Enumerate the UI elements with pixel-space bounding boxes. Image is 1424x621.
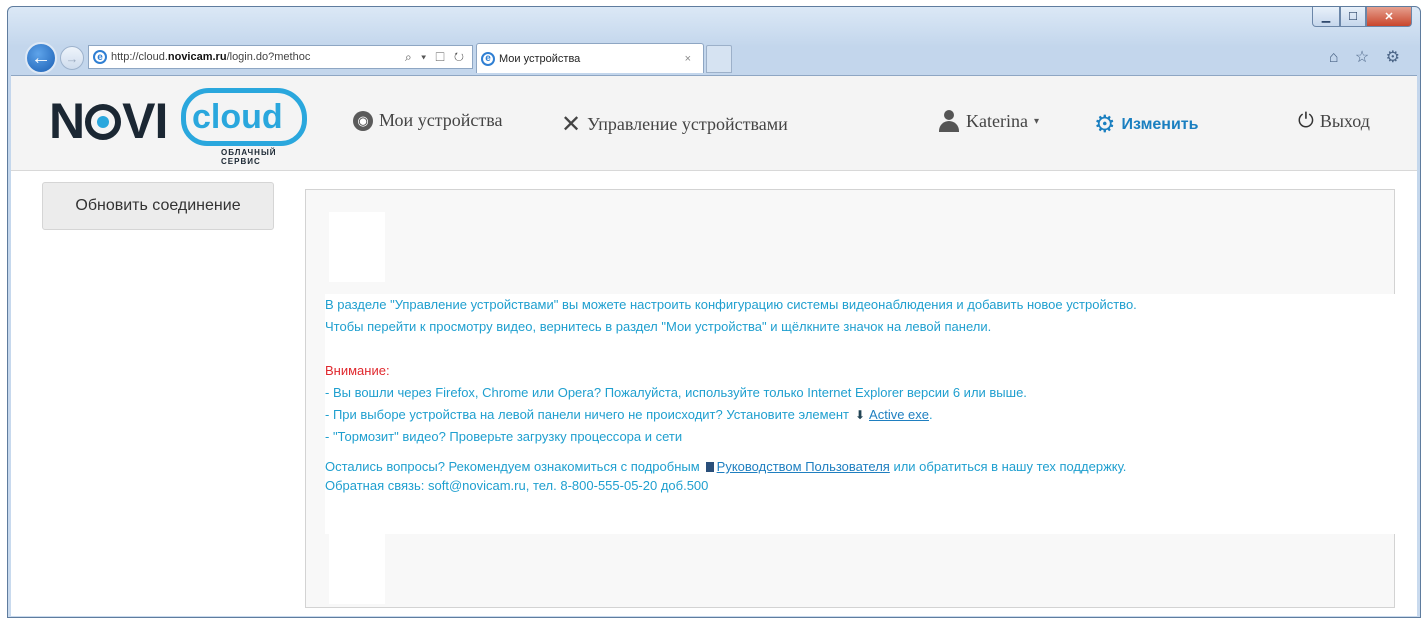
questions-line: Остались вопросы? Рекомендуем ознакомить… (325, 456, 1395, 478)
url-text[interactable]: http://cloud.novicam.ru/login.do?methoc (111, 51, 405, 63)
address-tools[interactable]: ⌕ ▾ ☐ ↻ (405, 50, 472, 65)
questions-suffix: или обратиться в нашу тех поддержку. (893, 459, 1127, 474)
user-icon (938, 110, 960, 132)
questions-text: Остались вопросы? Рекомендуем ознакомить… (325, 459, 700, 474)
logo-subtitle: ОБЛАЧНЫЙ СЕРВИС (221, 148, 277, 166)
ie-toolbar-icons[interactable]: ⌂ ☆ ⚙ (1329, 47, 1406, 67)
url-domain: novicam.ru (167, 51, 227, 63)
user-guide-link[interactable]: Руководством Пользователя (717, 459, 890, 474)
info-line-1: В разделе "Управление устройствами" вы м… (325, 297, 1137, 312)
maximize-button[interactable]: ☐ (1340, 7, 1366, 27)
power-icon: ⏻ (1298, 110, 1314, 132)
tip-2-text: - При выборе устройства на левой панели … (325, 407, 849, 422)
app-header: N VI cloud ОБЛАЧНЫЙ СЕРВИС ◉ Мои устройст… (11, 76, 1417, 171)
back-button[interactable]: ← (25, 42, 57, 74)
contact-line: Обратная связь: soft@novicam.ru, тел. 8-… (325, 478, 709, 493)
logo-ring-icon (85, 104, 122, 140)
warning-title: Внимание: (325, 363, 390, 378)
document-icon (705, 462, 714, 472)
url-prefix: http://cloud. (111, 51, 168, 63)
info-message: В разделе "Управление устройствами" вы м… (325, 294, 1395, 534)
caret-down-icon: ▾ (1033, 115, 1039, 127)
logout-link[interactable]: ⏻ Выход (1298, 110, 1370, 133)
gear-icon: ⚙ (1094, 112, 1116, 138)
window-controls: ▁ ☐ ✕ (1312, 7, 1412, 27)
page-content: N VI cloud ОБЛАЧНЫЙ СЕРВИС ◉ Мои устройст… (11, 75, 1417, 616)
novicloud-logo[interactable]: N VI cloud ОБЛАЧНЫЙ СЕРВИС (49, 88, 307, 166)
tools-icon: ✕ (561, 112, 582, 138)
url-path: /login.do?methoc (226, 51, 311, 63)
new-tab-button[interactable] (706, 45, 732, 73)
edit-label: Изменить (1121, 115, 1199, 133)
main-panel: В разделе "Управление устройствами" вы м… (305, 189, 1395, 608)
nav-manage-devices[interactable]: ✕ Управление устройствами (561, 110, 788, 139)
placeholder-block-bottom (329, 534, 385, 604)
tab-my-devices[interactable]: e Мои устройства × (476, 43, 704, 73)
browser-window: ▁ ☐ ✕ ← → e http://cloud.novicam.ru/logi… (7, 6, 1421, 618)
globe-icon: ◉ (353, 110, 373, 131)
download-icon: ⬇ (854, 408, 866, 422)
logout-label: Выход (1319, 111, 1370, 131)
active-exe-link[interactable]: Active exe (869, 407, 929, 422)
ie-tab-icon: e (481, 51, 495, 66)
nav-my-devices[interactable]: ◉ Мои устройства (353, 110, 503, 131)
refresh-connection-button[interactable]: Обновить соединение (42, 182, 274, 230)
logo-novi: N VI (49, 93, 168, 149)
ie-icon: e (93, 50, 107, 64)
info-line-2: Чтобы перейти к просмотру видео, верните… (325, 319, 992, 334)
address-bar[interactable]: e http://cloud.novicam.ru/login.do?metho… (88, 45, 473, 69)
user-menu[interactable]: Katerina ▾ (938, 110, 1039, 132)
arrow-left-icon: ← (31, 46, 51, 69)
minimize-button[interactable]: ▁ (1312, 7, 1340, 27)
nav-my-devices-label: Мои устройства (379, 110, 503, 130)
user-name: Katerina (966, 110, 1028, 131)
arrow-right-icon: → (65, 50, 79, 66)
tab-title: Мои устройства (499, 52, 581, 65)
logo-cloud-text: cloud (192, 98, 283, 136)
tip-2: - При выборе устройства на левой панели … (325, 404, 1395, 426)
forward-button[interactable]: → (60, 46, 84, 70)
tip-3: - "Тормозит" видео? Проверьте загрузку п… (325, 429, 683, 444)
placeholder-block-top (329, 212, 385, 282)
close-window-button[interactable]: ✕ (1366, 7, 1412, 27)
tip-1: - Вы вошли через Firefox, Chrome или Ope… (325, 385, 1027, 400)
tab-close-icon[interactable]: × (685, 53, 691, 65)
nav-manage-devices-label: Управление устройствами (587, 114, 788, 134)
edit-link[interactable]: ⚙ Изменить (1094, 110, 1198, 139)
